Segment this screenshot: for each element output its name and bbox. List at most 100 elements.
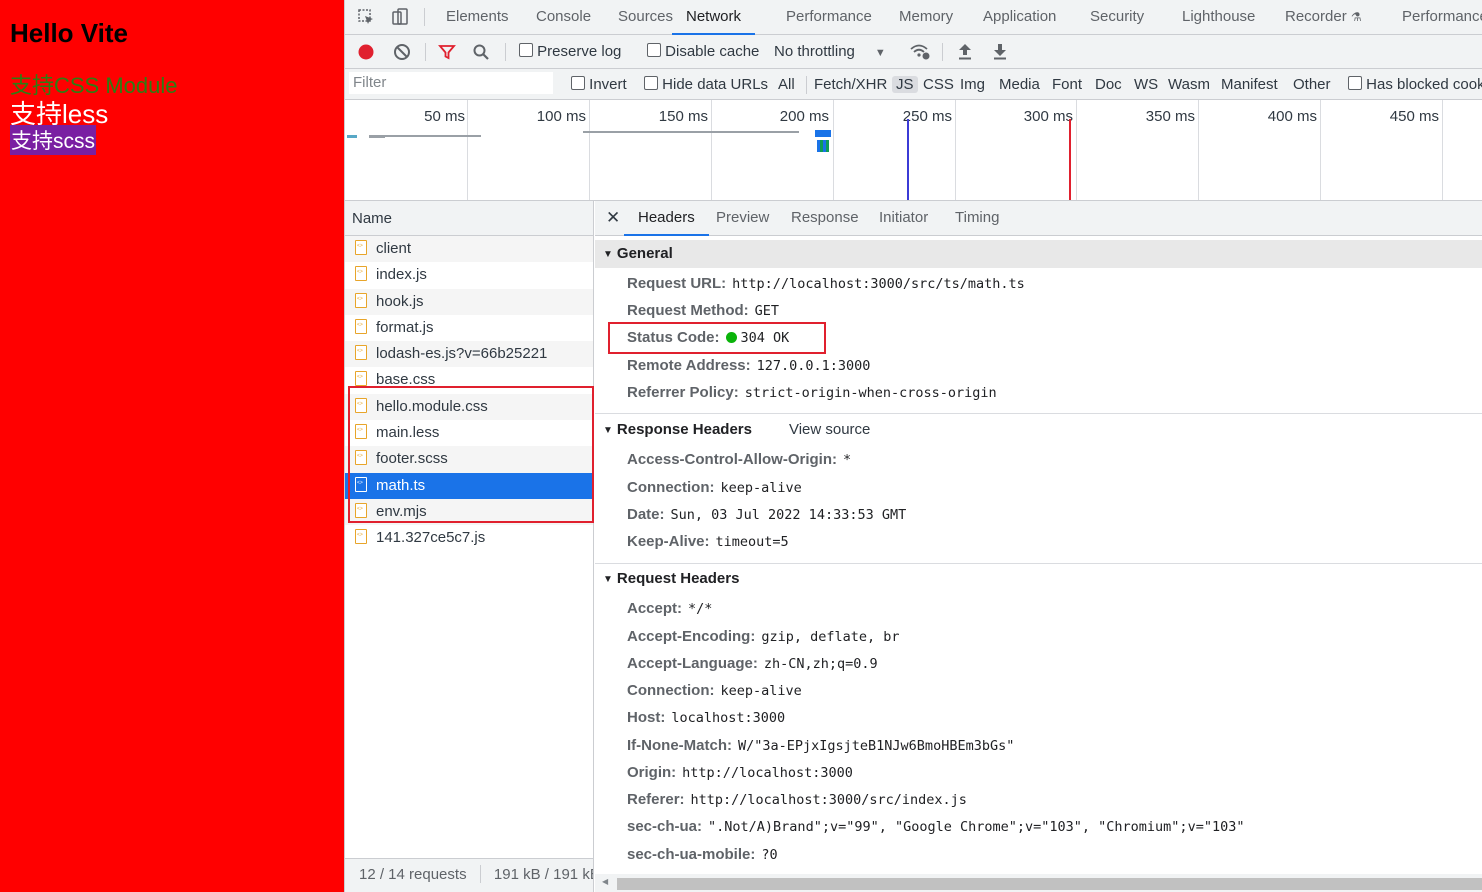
script-file-icon	[355, 240, 367, 255]
tab-headers[interactable]: Headers	[624, 201, 709, 236]
header-key: Connection:	[627, 479, 715, 496]
header-value: http://localhost:3000/src/index.js	[690, 792, 967, 808]
header-value: GET	[754, 303, 780, 319]
tab-timing[interactable]: Timing	[955, 201, 999, 235]
timeline-overview[interactable]: 50 ms 100 ms 150 ms 200 ms 250 ms 300 ms…	[345, 100, 1482, 201]
filter-type-wasm[interactable]: Wasm	[1164, 76, 1214, 93]
app-viewport: Hello Vite 支持CSS Module 支持less 支持scss	[0, 0, 344, 892]
tab-elements[interactable]: Elements	[446, 0, 509, 34]
header-key: Keep-Alive:	[627, 533, 710, 550]
header-key: Accept-Encoding:	[627, 628, 756, 645]
timeline-bar	[815, 130, 831, 137]
header-key: If-None-Match:	[627, 737, 732, 754]
request-name: lodash-es.js?v=66b25221	[376, 345, 548, 363]
request-row-141-js[interactable]: 141.327ce5c7.js	[345, 525, 593, 552]
header-value: */*	[688, 601, 713, 617]
filter-type-manifest[interactable]: Manifest	[1217, 76, 1282, 93]
tab-preview[interactable]: Preview	[716, 201, 769, 235]
tab-sources[interactable]: Sources	[618, 0, 673, 34]
request-row-client[interactable]: client	[345, 236, 593, 263]
has-blocked-cookies-box[interactable]	[1348, 76, 1362, 90]
header-value: http://localhost:3000/src/ts/math.ts	[732, 276, 1025, 292]
tab-response[interactable]: Response	[791, 201, 859, 235]
filter-icon[interactable]	[438, 43, 456, 61]
request-row-format-js[interactable]: format.js	[345, 315, 593, 341]
header-key: Referer:	[627, 791, 685, 808]
header-value: Sun, 03 Jul 2022 14:33:53 GMT	[670, 507, 907, 523]
header-request-url: Request URL: http://localhost:3000/src/ts…	[627, 273, 1025, 295]
preserve-log-checkbox[interactable]: Preserve log	[519, 43, 621, 60]
disable-cache-label: Disable cache	[665, 43, 760, 60]
request-row-index-js[interactable]: index.js	[345, 262, 593, 288]
filter-type-fetch-xhr[interactable]: Fetch/XHR	[810, 76, 891, 93]
filter-type-font[interactable]: Font	[1048, 76, 1086, 93]
tab-security[interactable]: Security	[1090, 0, 1144, 34]
throttling-select[interactable]: No throttling ▼	[774, 43, 886, 60]
header-key: sec-ch-ua-mobile:	[627, 846, 756, 863]
timeline-tick: 200 ms	[779, 108, 829, 125]
tab-performance-insights[interactable]: Performance	[1402, 0, 1482, 34]
search-icon[interactable]	[472, 43, 490, 61]
filter-type-other[interactable]: Other	[1289, 76, 1335, 93]
filter-type-js[interactable]: JS	[892, 76, 918, 93]
device-toolbar-icon[interactable]	[391, 8, 409, 26]
filter-input[interactable]: Filter	[349, 72, 553, 94]
network-conditions-icon[interactable]	[909, 42, 931, 62]
disable-cache-box[interactable]	[647, 43, 661, 57]
scrollbar-thumb[interactable]	[617, 878, 1482, 890]
header-value: keep-alive	[720, 683, 802, 699]
tab-console[interactable]: Console	[536, 0, 591, 34]
view-source-link[interactable]: View source	[789, 421, 870, 438]
disable-cache-checkbox[interactable]: Disable cache	[647, 43, 759, 60]
timeline-tick: 300 ms	[1023, 108, 1073, 125]
devtools-panel: Elements Console Sources Network Perform…	[344, 0, 1482, 892]
response-headers-section-header[interactable]: ▼ Response Headers View source	[595, 416, 1482, 444]
tab-initiator[interactable]: Initiator	[879, 201, 928, 235]
record-icon[interactable]	[357, 43, 375, 61]
invert-checkbox[interactable]: Invert	[571, 76, 627, 93]
filter-type-css[interactable]: CSS	[919, 76, 958, 93]
header-key: Remote Address:	[627, 357, 751, 374]
tab-performance[interactable]: Performance	[786, 0, 872, 34]
filter-type-img[interactable]: Img	[956, 76, 989, 93]
expand-triangle-icon: ▼	[603, 249, 613, 260]
expand-triangle-icon: ▼	[603, 425, 613, 436]
scroll-left-icon[interactable]: ◀	[602, 877, 608, 886]
request-row-hook-js[interactable]: hook.js	[345, 288, 593, 315]
request-header-row: Accept: */*	[627, 598, 712, 620]
close-icon[interactable]: ✕	[606, 201, 620, 235]
tab-lighthouse[interactable]: Lighthouse	[1182, 0, 1255, 34]
hide-data-urls-box[interactable]	[644, 76, 658, 90]
name-column-header[interactable]: Name	[345, 201, 593, 236]
tab-network[interactable]: Network	[672, 0, 756, 35]
invert-box[interactable]	[571, 76, 585, 90]
hide-data-urls-label: Hide data URLs	[662, 76, 769, 93]
horizontal-scrollbar[interactable]: ◀	[595, 874, 1482, 892]
header-value: ".Not/A)Brand";v="99", "Google Chrome";v…	[708, 819, 1245, 835]
tab-memory[interactable]: Memory	[899, 0, 953, 34]
transfer-size: 191 kB / 191 kB	[493, 866, 593, 883]
clear-icon[interactable]	[393, 43, 411, 61]
filter-type-media[interactable]: Media	[995, 76, 1044, 93]
hide-data-urls-checkbox[interactable]: Hide data URLs	[644, 76, 768, 93]
general-section-header[interactable]: ▼ General	[595, 240, 1482, 268]
filter-type-all[interactable]: All	[774, 76, 799, 93]
script-file-icon	[355, 292, 367, 308]
export-har-icon[interactable]	[991, 42, 1009, 62]
tab-recorder[interactable]: Recorder ⚗	[1285, 0, 1362, 34]
timeline-tick: 400 ms	[1267, 108, 1317, 125]
has-blocked-cookies-checkbox[interactable]: Has blocked cookies	[1348, 76, 1482, 93]
import-har-icon[interactable]	[956, 42, 974, 62]
filter-type-doc[interactable]: Doc	[1091, 76, 1126, 93]
tab-application[interactable]: Application	[983, 0, 1056, 34]
header-value: timeout=5	[715, 534, 789, 550]
request-headers-section-header[interactable]: ▼ Request Headers	[595, 565, 1482, 593]
response-headers-title: Response Headers	[616, 421, 752, 438]
script-file-icon	[355, 266, 367, 282]
scss-text: 支持scss	[10, 125, 96, 155]
inspect-element-icon[interactable]	[357, 8, 375, 26]
filter-type-ws[interactable]: WS	[1130, 76, 1162, 93]
preserve-log-label: Preserve log	[537, 43, 622, 60]
request-row-lodash-es[interactable]: lodash-es.js?v=66b25221	[345, 341, 593, 368]
preserve-log-box[interactable]	[519, 43, 533, 57]
